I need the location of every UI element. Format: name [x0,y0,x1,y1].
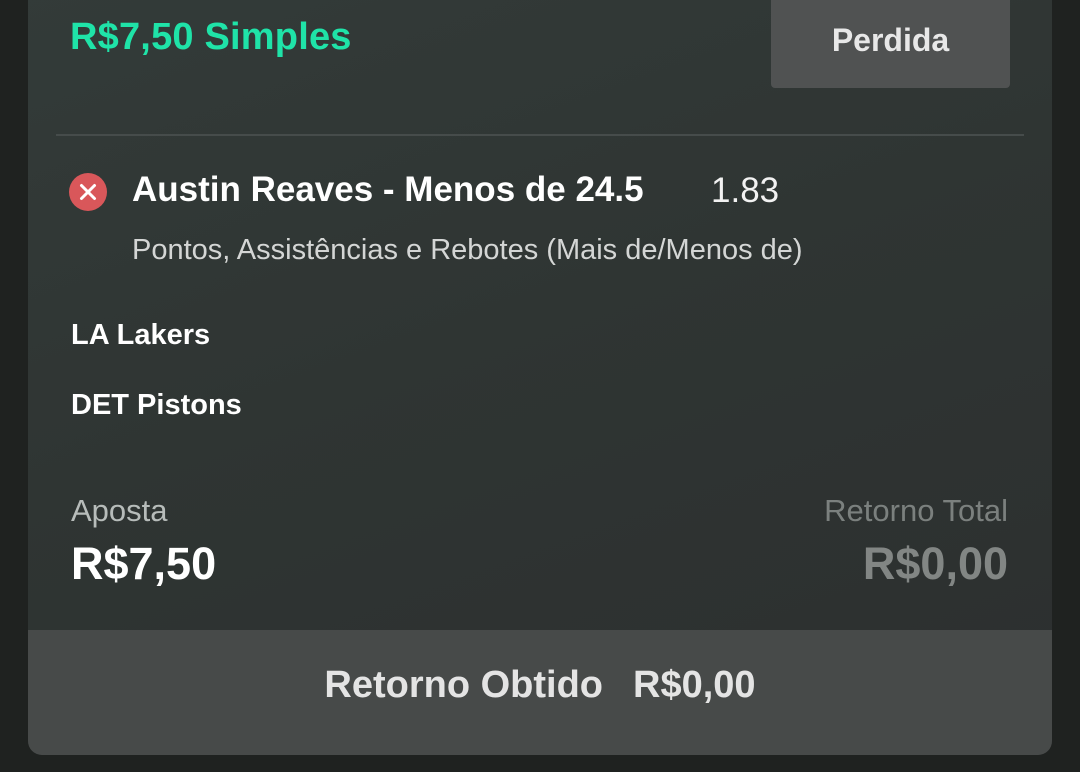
total-return-label: Retorno Total [824,493,1008,528]
bet-title: R$7,50 Simples [70,16,352,58]
bet-status-button[interactable]: Perdida [771,0,1010,88]
divider [56,134,1024,136]
selection-odds: 1.83 [711,171,780,210]
return-obtained-value: R$0,00 [633,664,756,706]
selection-market: Pontos, Assistências e Rebotes (Mais de/… [132,234,803,266]
bet-slip-page: R$7,50 Simples Perdida Austin Reaves - M… [0,0,1080,772]
stake-label: Aposta [71,493,168,528]
return-obtained-bar: Retorno Obtido R$0,00 [28,630,1052,755]
bet-header: R$7,50 Simples Perdida [28,0,1052,115]
close-icon [69,173,107,211]
bet-card: R$7,50 Simples Perdida Austin Reaves - M… [28,0,1052,755]
team-home: LA Lakers [71,319,211,351]
stake-value: R$7,50 [71,538,217,589]
team-away: DET Pistons [71,389,242,421]
total-return-value: R$0,00 [862,538,1008,589]
return-obtained-label: Retorno Obtido [324,664,604,706]
selection-name: Austin Reaves - Menos de 24.5 [132,170,644,209]
